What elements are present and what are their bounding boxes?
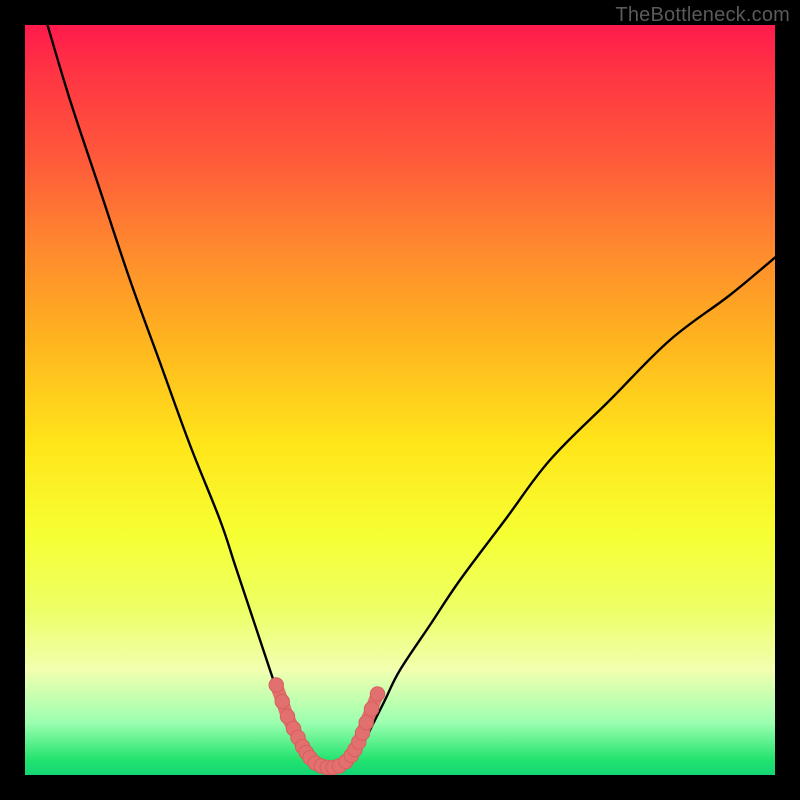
chart-frame: TheBottleneck.com	[0, 0, 800, 800]
valley-marker	[275, 694, 289, 708]
right-curve	[355, 258, 775, 761]
plot-area	[25, 25, 775, 775]
valley-marker	[359, 715, 373, 729]
valley-marker	[364, 702, 378, 716]
valley-marker	[269, 678, 283, 692]
left-curve	[48, 25, 311, 760]
chart-svg	[25, 25, 775, 775]
valley-marker	[370, 687, 384, 701]
watermark-text: TheBottleneck.com	[615, 4, 790, 27]
